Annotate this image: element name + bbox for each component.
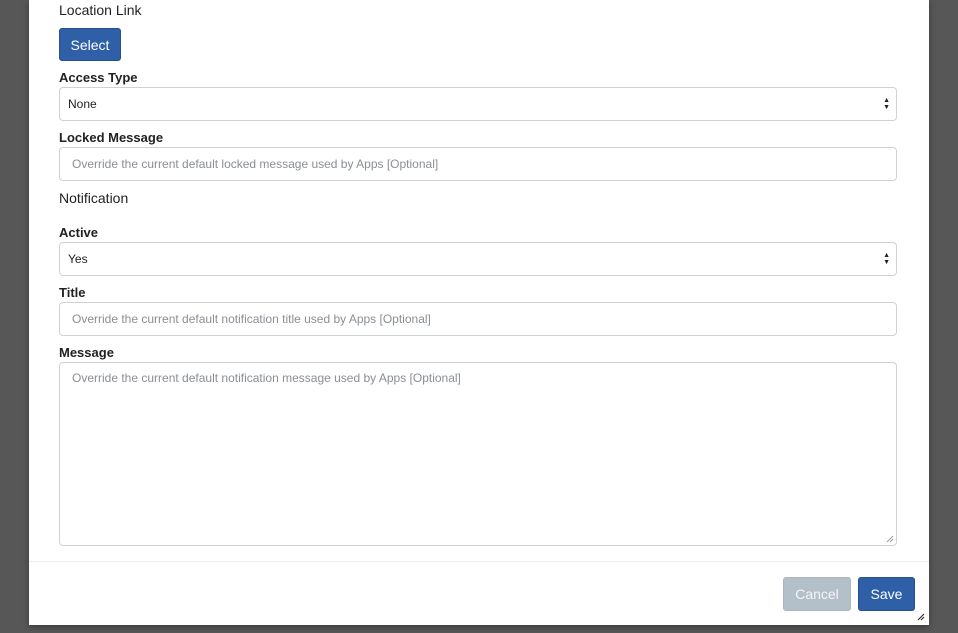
title-label: Title [59, 285, 86, 300]
select-arrows-icon: ▲ ▼ [883, 97, 890, 111]
active-value: Yes [68, 252, 88, 266]
select-location-button[interactable]: Select [59, 28, 121, 61]
access-type-select[interactable]: None ▲ ▼ [59, 87, 897, 121]
location-link-heading: Location Link [59, 2, 142, 18]
modal-resize-handle-icon[interactable] [917, 613, 925, 621]
access-type-value: None [68, 97, 97, 111]
notification-title-input[interactable]: Override the current default notificatio… [59, 302, 897, 336]
select-arrows-icon: ▲ ▼ [883, 252, 890, 266]
access-type-label: Access Type [59, 70, 138, 85]
save-button[interactable]: Save [858, 577, 915, 611]
modal-dialog: Location Link Select Access Type None ▲ ▼… [29, 0, 929, 625]
message-placeholder: Override the current default notificatio… [72, 371, 461, 385]
active-select[interactable]: Yes ▲ ▼ [59, 242, 897, 276]
locked-message-input[interactable]: Override the current default locked mess… [59, 147, 897, 181]
notification-message-textarea[interactable]: Override the current default notificatio… [59, 362, 897, 546]
cancel-button[interactable]: Cancel [783, 577, 851, 611]
footer-divider [29, 561, 929, 562]
message-label: Message [59, 345, 114, 360]
locked-message-label: Locked Message [59, 130, 164, 145]
active-label: Active [59, 225, 99, 240]
textarea-resize-handle-icon[interactable] [886, 535, 894, 543]
notification-heading: Notification [59, 190, 129, 206]
